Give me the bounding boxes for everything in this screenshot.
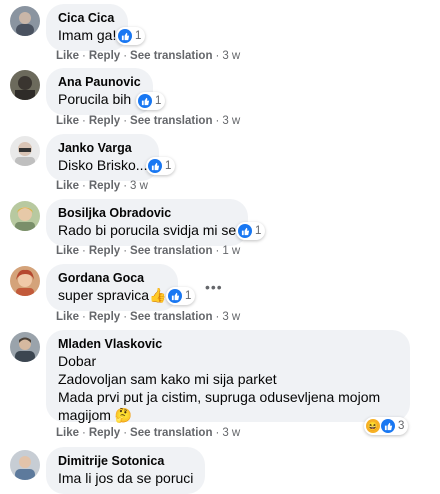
thumbs-up-icon bbox=[148, 159, 162, 173]
like-button[interactable]: Like bbox=[56, 50, 79, 62]
thumbs-up-icon bbox=[168, 289, 182, 303]
reaction-count[interactable]: 1 bbox=[116, 27, 146, 45]
timestamp[interactable]: 3 w bbox=[222, 427, 240, 439]
reaction-count[interactable]: 😆 3 bbox=[364, 417, 409, 435]
separator: · bbox=[215, 115, 220, 127]
timestamp[interactable]: 1 w bbox=[222, 245, 240, 257]
separator: · bbox=[82, 427, 86, 439]
comment-author[interactable]: Gordana Goca bbox=[58, 270, 166, 286]
separator: · bbox=[82, 245, 86, 257]
comment-author[interactable]: Janko Varga bbox=[58, 140, 147, 156]
like-button[interactable]: Like bbox=[56, 245, 79, 257]
reaction-number: 1 bbox=[255, 225, 262, 237]
comment-text: super spravica👍 bbox=[58, 287, 167, 303]
comment-actions: Like · Reply · 3 w bbox=[56, 180, 148, 192]
thumbs-up-icon bbox=[118, 29, 132, 43]
separator: · bbox=[123, 311, 128, 323]
reaction-count[interactable]: 1 bbox=[146, 157, 176, 175]
comment-text-line: Zadovoljan sam kako mi sija parket bbox=[58, 371, 277, 387]
separator: · bbox=[215, 245, 220, 257]
comment-actions: Like · Reply · See translation · 3 w bbox=[56, 427, 240, 439]
comment-author[interactable]: Cica Cica bbox=[58, 10, 116, 26]
timestamp[interactable]: 3 w bbox=[222, 50, 240, 62]
like-button[interactable]: Like bbox=[56, 427, 79, 439]
thumbs-up-icon bbox=[381, 419, 395, 433]
comment-bubble: Dimitrije Sotonica Ima li jos da se poru… bbox=[46, 447, 206, 494]
comment-text: Porucila bih bbox=[58, 91, 132, 107]
separator: · bbox=[123, 115, 128, 127]
timestamp[interactable]: 3 w bbox=[130, 180, 148, 192]
separator: · bbox=[123, 50, 128, 62]
separator: · bbox=[82, 180, 86, 192]
comment-actions: Like · Reply · See translation · 3 w bbox=[56, 50, 240, 62]
reply-button[interactable]: Reply bbox=[89, 311, 120, 323]
reaction-number: 1 bbox=[135, 30, 142, 42]
more-options-icon[interactable]: ••• bbox=[205, 279, 223, 295]
haha-icon: 😆 bbox=[366, 419, 380, 433]
comment-text-line: magijom 🤔 bbox=[58, 407, 133, 423]
like-button[interactable]: Like bbox=[56, 311, 79, 323]
comment-text: Ima li jos da se poruci bbox=[58, 470, 194, 486]
thumbs-up-icon bbox=[238, 224, 252, 238]
comment-bubble: Ana Paunovic Porucila bih bbox=[46, 68, 153, 115]
see-translation-button[interactable]: See translation bbox=[130, 245, 212, 257]
separator: · bbox=[215, 311, 220, 323]
comment-author[interactable]: Dimitrije Sotonica bbox=[58, 453, 193, 469]
separator: · bbox=[123, 427, 128, 439]
like-button[interactable]: Like bbox=[56, 115, 79, 127]
avatar[interactable] bbox=[10, 136, 40, 166]
reaction-count[interactable]: 1 bbox=[136, 92, 166, 110]
separator: · bbox=[82, 50, 86, 62]
separator: · bbox=[215, 50, 220, 62]
avatar[interactable] bbox=[10, 201, 40, 231]
reply-button[interactable]: Reply bbox=[89, 180, 120, 192]
comment-bubble: Mladen Vlaskovic Dobar Zadovoljan sam ka… bbox=[46, 330, 410, 423]
avatar[interactable] bbox=[10, 70, 40, 100]
reaction-count[interactable]: 1 bbox=[236, 222, 266, 240]
comment-actions: Like · Reply · See translation · 3 w bbox=[56, 311, 240, 323]
avatar[interactable] bbox=[10, 266, 40, 296]
reply-button[interactable]: Reply bbox=[89, 115, 120, 127]
comment-text: Rado bi porucila svidja mi se bbox=[58, 222, 237, 238]
timestamp[interactable]: 3 w bbox=[222, 311, 240, 323]
see-translation-button[interactable]: See translation bbox=[130, 311, 212, 323]
avatar[interactable] bbox=[10, 332, 40, 362]
thumbs-up-icon bbox=[138, 94, 152, 108]
like-button[interactable]: Like bbox=[56, 180, 79, 192]
see-translation-button[interactable]: See translation bbox=[130, 427, 212, 439]
timestamp[interactable]: 3 w bbox=[222, 115, 240, 127]
reply-button[interactable]: Reply bbox=[89, 245, 120, 257]
comment-bubble: Janko Varga Disko Brisko... bbox=[46, 134, 160, 181]
separator: · bbox=[123, 245, 128, 257]
comment-actions: Like · Reply · See translation · 1 w bbox=[56, 245, 240, 257]
comment-bubble: Bosiljka Obradovic Rado bi porucila svid… bbox=[46, 199, 249, 246]
comment-text-line: Mada prvi put ja cistim, supruga odusevl… bbox=[58, 389, 381, 405]
reply-button[interactable]: Reply bbox=[89, 427, 120, 439]
reaction-count[interactable]: 1 bbox=[166, 287, 196, 305]
avatar[interactable] bbox=[10, 450, 40, 480]
reaction-number: 1 bbox=[165, 160, 172, 172]
comment-text: Imam ga! bbox=[58, 27, 117, 43]
comment-author[interactable]: Bosiljka Obradovic bbox=[58, 205, 236, 221]
avatar[interactable] bbox=[10, 6, 40, 36]
reaction-number: 1 bbox=[155, 95, 162, 107]
see-translation-button[interactable]: See translation bbox=[130, 115, 212, 127]
reaction-number: 3 bbox=[398, 420, 405, 432]
comment-author[interactable]: Mladen Vlaskovic bbox=[58, 336, 398, 352]
separator: · bbox=[123, 180, 128, 192]
reply-button[interactable]: Reply bbox=[89, 50, 120, 62]
comment-bubble: Gordana Goca super spravica👍 bbox=[46, 264, 179, 311]
comment-text: Disko Brisko... bbox=[58, 157, 148, 173]
see-translation-button[interactable]: See translation bbox=[130, 50, 212, 62]
comment-text-line: Dobar bbox=[58, 353, 97, 369]
comment-bubble: Cica Cica Imam ga! bbox=[46, 4, 129, 51]
separator: · bbox=[215, 427, 220, 439]
comment-actions: Like · Reply · See translation · 3 w bbox=[56, 115, 240, 127]
separator: · bbox=[82, 115, 86, 127]
comment-author[interactable]: Ana Paunovic bbox=[58, 74, 141, 90]
separator: · bbox=[82, 311, 86, 323]
reaction-number: 1 bbox=[185, 290, 192, 302]
